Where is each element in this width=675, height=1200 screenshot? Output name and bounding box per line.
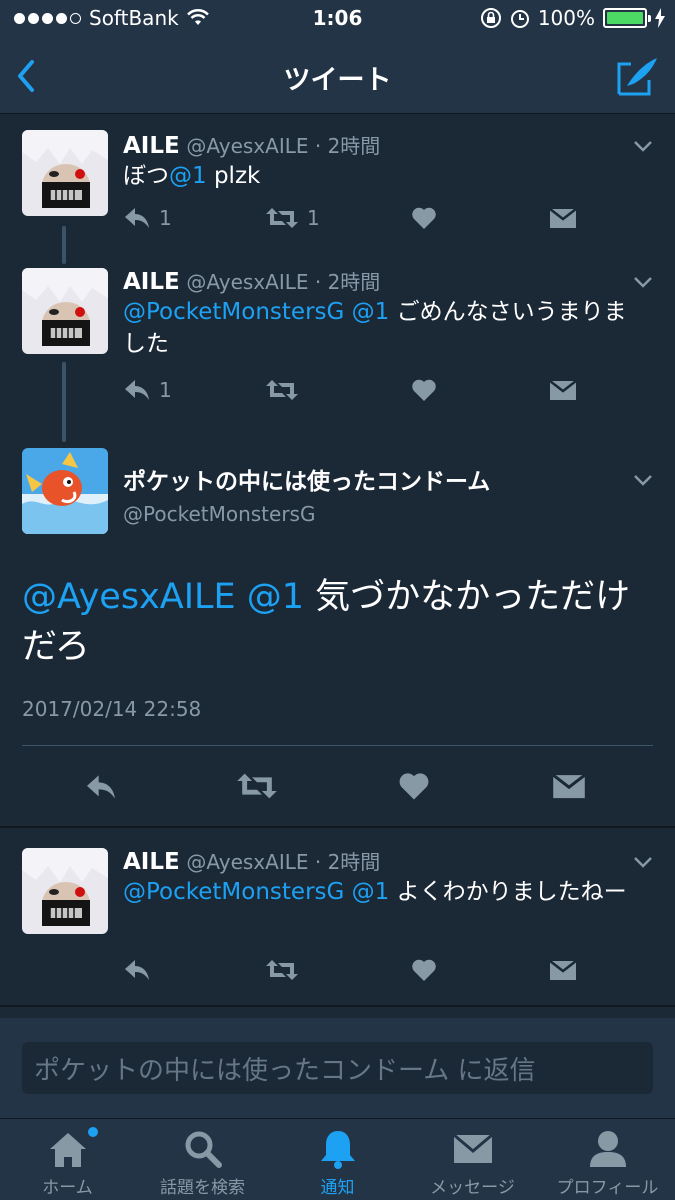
tweet-item[interactable]: AILE @AyesxAILE · 2時間 ぼつ@1 plzk 1 1 (0, 114, 675, 264)
avatar[interactable] (22, 130, 108, 216)
navigation-bar: ツイート (0, 38, 675, 114)
tweet-timestamp: 2017/02/14 22:58 (22, 697, 202, 721)
direct-message-button[interactable] (549, 206, 577, 230)
compose-tweet-button[interactable] (615, 54, 659, 98)
direct-message-button[interactable] (552, 771, 586, 801)
tweet-author-handle: @AyesxAILE · 2時間 (186, 850, 381, 874)
direct-message-button[interactable] (549, 378, 577, 402)
mention-link[interactable]: @1 (169, 163, 207, 189)
divider (0, 1005, 675, 1007)
person-icon (589, 1131, 626, 1167)
search-icon (185, 1131, 222, 1168)
divider (22, 745, 653, 746)
tweet-text: ぼつ@1 plzk (123, 163, 261, 189)
home-icon (49, 1133, 86, 1167)
tab-notifications[interactable]: 通知 (270, 1127, 405, 1198)
tweet-author-handle: @PocketMonstersG (123, 502, 316, 526)
tweet-author-name[interactable]: ポケットの中には使ったコンドーム (123, 462, 490, 496)
tweet-author-name[interactable]: AILE (123, 133, 180, 159)
tweet-item[interactable]: AILE @AyesxAILE · 2時間 @PocketMonstersG @… (0, 830, 675, 1006)
heart-icon (412, 207, 436, 229)
direct-message-button[interactable] (549, 958, 577, 982)
like-button[interactable] (411, 206, 437, 230)
chevron-down-icon[interactable] (633, 276, 653, 288)
tweet-author-handle: @AyesxAILE · 2時間 (186, 270, 381, 294)
retweet-icon (266, 960, 298, 980)
divider (0, 826, 675, 828)
tab-profile[interactable]: プロフィール (540, 1127, 675, 1198)
retweet-button[interactable]: 1 (265, 206, 320, 230)
chevron-down-icon[interactable] (633, 140, 653, 152)
battery-icon (603, 8, 651, 28)
like-button[interactable] (411, 378, 437, 402)
battery-percent: 100% (537, 6, 595, 30)
reply-button[interactable] (84, 773, 118, 801)
alarm-icon (510, 10, 529, 28)
charging-icon (655, 8, 665, 28)
tweet-author-name[interactable]: AILE (123, 849, 180, 875)
mail-icon (549, 380, 577, 400)
retweet-icon (266, 208, 298, 228)
tweet-text: @PocketMonstersG @1 ごめんなさいうまりました (123, 299, 627, 357)
mail-icon (549, 960, 577, 980)
retweet-button[interactable] (265, 958, 299, 982)
mention-link[interactable]: @PocketMonstersG @1 (123, 879, 389, 905)
like-button[interactable] (398, 771, 430, 801)
retweet-icon (266, 380, 298, 400)
avatar[interactable] (22, 848, 108, 934)
focused-tweet-text: @AyesxAILE @1 気づかなかっただけだろ (22, 577, 631, 667)
avatar[interactable] (22, 448, 108, 534)
reply-icon (125, 380, 149, 400)
mention-link[interactable]: @AyesxAILE @1 (22, 577, 304, 617)
tab-search[interactable]: 話題を検索 (135, 1127, 270, 1198)
like-button[interactable] (411, 958, 437, 982)
mail-icon (549, 208, 577, 228)
chevron-down-icon[interactable] (633, 856, 653, 868)
heart-icon (412, 379, 436, 401)
tweet-item[interactable]: AILE @AyesxAILE · 2時間 @PocketMonstersG @… (0, 250, 675, 440)
chevron-down-icon[interactable] (633, 474, 653, 486)
reply-bar: ポケットの中には使ったコンドーム に返信 (0, 1018, 675, 1118)
page-title: ツイート (283, 65, 392, 96)
mail-icon (452, 1133, 493, 1163)
reply-button[interactable] (123, 958, 151, 982)
avatar[interactable] (22, 268, 108, 354)
tweet-author-name[interactable]: AILE (123, 269, 180, 295)
status-bar: SoftBank 1:06 100% (0, 0, 675, 38)
retweet-button[interactable] (265, 378, 299, 402)
rotation-lock-icon (480, 8, 501, 28)
reply-button[interactable]: 1 (123, 378, 172, 402)
tab-home[interactable]: ホーム (0, 1127, 135, 1198)
heart-icon (412, 959, 436, 981)
notification-dot (88, 1127, 98, 1137)
tab-bar: ホーム 話題を検索 通知 メッセージ プロフィール (0, 1118, 675, 1200)
thread-connector (62, 362, 66, 442)
mention-link[interactable]: @PocketMonstersG @1 (123, 299, 389, 325)
tweet-author-handle: @AyesxAILE · 2時間 (186, 134, 381, 158)
reply-input[interactable]: ポケットの中には使ったコンドーム に返信 (22, 1042, 653, 1094)
reply-icon (125, 208, 149, 228)
bell-icon (320, 1131, 355, 1169)
retweet-button[interactable] (236, 771, 278, 801)
tab-messages[interactable]: メッセージ (405, 1127, 540, 1198)
reply-button[interactable]: 1 (123, 206, 172, 230)
reply-icon (125, 960, 149, 980)
tweet-text: @PocketMonstersG @1 よくわかりましたねー (123, 879, 627, 905)
